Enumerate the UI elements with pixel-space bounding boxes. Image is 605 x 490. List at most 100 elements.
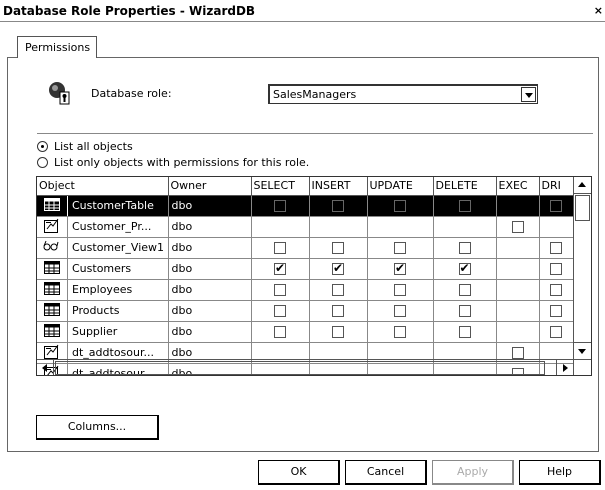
apply-button[interactable]: Apply	[432, 460, 514, 485]
permission-cell-delete	[433, 321, 497, 343]
scroll-thumb[interactable]	[575, 195, 590, 221]
update-checkbox[interactable]	[394, 326, 406, 338]
update-checkbox[interactable]	[394, 261, 406, 275]
table-icon	[37, 260, 67, 277]
dri-checkbox[interactable]	[550, 242, 562, 254]
permission-cell-delete	[433, 195, 497, 217]
owner-cell: dbo	[168, 321, 252, 343]
permission-cell-dri	[539, 321, 574, 343]
update-checkbox[interactable]	[394, 200, 406, 212]
permission-cell-update	[367, 195, 434, 217]
table-row[interactable]: CustomerTable dbo	[37, 195, 574, 217]
dri-checkbox[interactable]	[550, 284, 562, 296]
object-name: Customer_Pr...	[67, 216, 151, 236]
update-checkbox[interactable]	[394, 284, 406, 296]
permission-cell-delete	[433, 279, 497, 301]
radio-button[interactable]	[37, 157, 48, 168]
object-name: CustomerTable	[67, 195, 154, 215]
column-header-update[interactable]: UPDATE	[367, 177, 434, 196]
permission-cell-select	[251, 321, 310, 343]
column-header-delete[interactable]: DELETE	[433, 177, 497, 196]
object-cell: CustomerTable	[37, 195, 169, 217]
object-cell: Customer_Pr...	[37, 216, 169, 238]
delete-checkbox[interactable]	[458, 326, 471, 338]
select-checkbox[interactable]	[274, 242, 286, 254]
dri-checkbox[interactable]	[550, 305, 562, 317]
object-name: Employees	[67, 279, 132, 299]
owner-cell: dbo	[168, 195, 252, 217]
insert-checkbox[interactable]	[332, 326, 344, 338]
table-row[interactable]: Products dbo	[37, 300, 574, 322]
delete-checkbox[interactable]	[458, 305, 471, 317]
permission-cell-select	[251, 300, 310, 322]
table-row[interactable]: Customer_Pr... dbo	[37, 216, 574, 238]
dri-checkbox[interactable]	[550, 200, 562, 212]
column-header-dri[interactable]: DRI	[539, 177, 574, 196]
column-header-exec[interactable]: EXEC	[496, 177, 540, 196]
columns-button[interactable]: Columns...	[36, 415, 159, 440]
exec-checkbox[interactable]	[511, 221, 524, 233]
permission-cell-insert	[309, 195, 368, 217]
column-header-owner[interactable]: Owner	[168, 177, 252, 196]
dri-checkbox[interactable]	[550, 263, 562, 275]
scroll-right-icon[interactable]	[556, 360, 573, 375]
update-checkbox[interactable]	[394, 242, 406, 254]
owner-cell: dbo	[168, 237, 252, 259]
permission-cell-exec	[496, 258, 540, 280]
permission-cell-insert	[309, 216, 368, 238]
delete-checkbox[interactable]	[458, 261, 471, 275]
column-header-select[interactable]: SELECT	[251, 177, 310, 196]
help-button[interactable]: Help	[519, 460, 601, 485]
permission-cell-delete	[433, 300, 497, 322]
select-checkbox[interactable]	[274, 305, 286, 317]
title-bar: Database Role Properties - WizardDB ×	[0, 0, 605, 22]
insert-checkbox[interactable]	[332, 242, 344, 254]
h-scroll-thumb[interactable]	[55, 361, 545, 375]
radio-button-selected[interactable]	[37, 141, 48, 152]
delete-checkbox[interactable]	[458, 284, 471, 296]
scroll-down-icon[interactable]	[574, 342, 591, 359]
permission-cell-update	[367, 300, 434, 322]
permission-cell-insert	[309, 237, 368, 259]
permissions-table: Object Owner SELECT INSERT UPDATE DELETE EXEC D…	[37, 177, 574, 375]
update-checkbox[interactable]	[394, 305, 406, 317]
select-checkbox[interactable]	[274, 261, 286, 275]
object-name: Customer_View1	[67, 237, 164, 257]
dri-checkbox[interactable]	[550, 326, 562, 338]
dropdown-arrow-icon[interactable]	[521, 87, 536, 102]
permission-cell-exec	[496, 279, 540, 301]
owner-cell: dbo	[168, 279, 252, 301]
table-row[interactable]: Customer_View1 dbo	[37, 237, 574, 259]
column-header-object[interactable]: Object	[37, 177, 169, 196]
scroll-left-icon[interactable]	[37, 360, 54, 375]
delete-checkbox[interactable]	[458, 242, 471, 254]
scroll-up-icon[interactable]	[574, 177, 591, 194]
permission-cell-exec	[496, 300, 540, 322]
insert-checkbox[interactable]	[332, 305, 344, 317]
close-icon[interactable]: ×	[594, 4, 603, 17]
exec-checkbox[interactable]	[511, 347, 524, 359]
stored-procedure-icon	[37, 218, 67, 236]
insert-checkbox[interactable]	[332, 200, 344, 212]
insert-checkbox[interactable]	[332, 261, 344, 275]
cancel-button[interactable]: Cancel	[345, 460, 427, 485]
permissions-grid[interactable]: Object Owner SELECT INSERT UPDATE DELETE EXEC D…	[36, 176, 592, 376]
vertical-scrollbar[interactable]	[573, 177, 591, 359]
database-role-select[interactable]: SalesManagers	[268, 84, 538, 104]
table-row[interactable]: Customers dbo	[37, 258, 574, 280]
select-checkbox[interactable]	[274, 200, 286, 212]
table-icon	[37, 281, 67, 298]
view-icon	[37, 240, 67, 255]
radio-list-only-label: List only objects with permissions for t…	[54, 156, 310, 169]
column-header-insert[interactable]: INSERT	[309, 177, 368, 196]
table-row[interactable]: Employees dbo	[37, 279, 574, 301]
select-checkbox[interactable]	[274, 326, 286, 338]
delete-checkbox[interactable]	[458, 200, 471, 212]
insert-checkbox[interactable]	[332, 284, 344, 296]
table-row[interactable]: Supplier dbo	[37, 321, 574, 343]
horizontal-scrollbar[interactable]	[37, 359, 573, 375]
tab-permissions[interactable]: Permissions	[17, 36, 97, 58]
permission-cell-update	[367, 279, 434, 301]
ok-button[interactable]: OK	[258, 460, 340, 485]
select-checkbox[interactable]	[274, 284, 286, 296]
